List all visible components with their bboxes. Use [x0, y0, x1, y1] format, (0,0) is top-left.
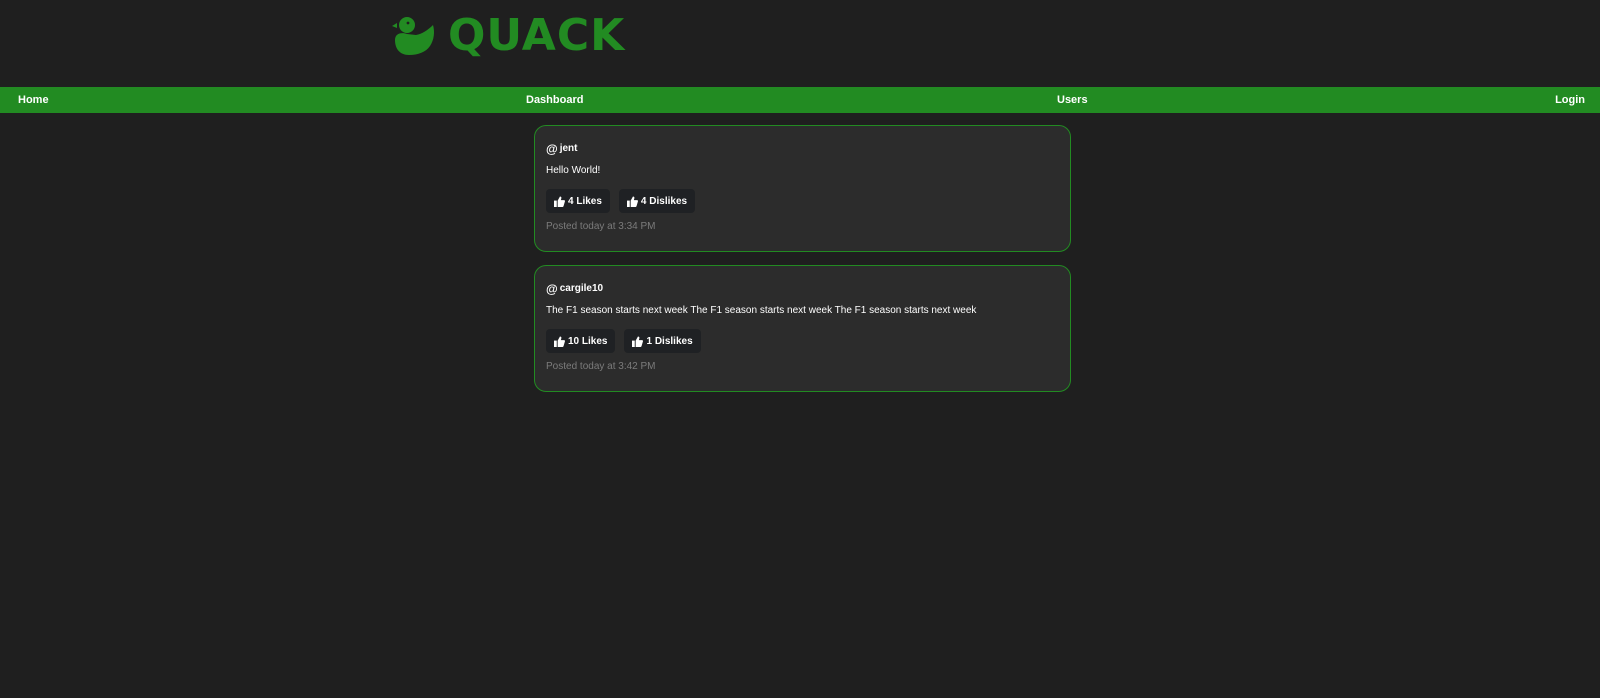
at-icon: @ [546, 282, 558, 296]
thumbs-up-icon [554, 335, 565, 347]
post-actions: 10 Likes 1 Dislikes [546, 329, 1059, 353]
like-count: 10 Likes [568, 335, 608, 347]
at-icon: @ [546, 142, 558, 156]
post-username: cargile10 [559, 283, 604, 294]
like-count: 4 Likes [568, 195, 602, 207]
nav-home-link[interactable]: Home [18, 87, 49, 113]
dislike-button[interactable]: 1 Dislikes [624, 329, 701, 353]
post-timestamp: Posted today at 3:34 PM [546, 221, 656, 232]
brand-logo[interactable]: QUACK [392, 10, 625, 62]
thumbs-up-icon [626, 195, 638, 207]
nav-users-link[interactable]: Users [1057, 87, 1088, 113]
dislike-count: 4 Dislikes [640, 195, 688, 207]
post-username: jent [559, 143, 578, 154]
post-body: Hello World! [546, 165, 601, 176]
site-header: QUACK [0, 0, 1600, 87]
duck-icon [392, 17, 434, 55]
post-actions: 4 Likes 4 Dislikes [546, 189, 1059, 213]
post-timestamp: Posted today at 3:42 PM [546, 361, 656, 372]
brand-name: QUACK [448, 10, 626, 61]
dislike-button[interactable]: 4 Dislikes [618, 189, 696, 213]
post-author[interactable]: @ jent [546, 142, 1059, 156]
dislike-count: 1 Dislikes [646, 335, 693, 347]
main-nav: Home Dashboard Users Login [0, 87, 1600, 113]
nav-dashboard-link[interactable]: Dashboard [526, 87, 583, 113]
post-body: The F1 season starts next week The F1 se… [546, 305, 977, 316]
post-card: @ jent Hello World! 4 Likes 4 Dislikes P… [534, 125, 1071, 252]
thumbs-up-icon [632, 335, 644, 347]
post-card: @ cargile10 The F1 season starts next we… [534, 265, 1071, 392]
post-feed: @ jent Hello World! 4 Likes 4 Dislikes P… [534, 125, 1071, 405]
like-button[interactable]: 10 Likes [546, 329, 616, 353]
nav-login-link[interactable]: Login [1555, 87, 1585, 113]
thumbs-up-icon [554, 195, 565, 207]
like-button[interactable]: 4 Likes [546, 189, 610, 213]
post-author[interactable]: @ cargile10 [546, 282, 1059, 296]
